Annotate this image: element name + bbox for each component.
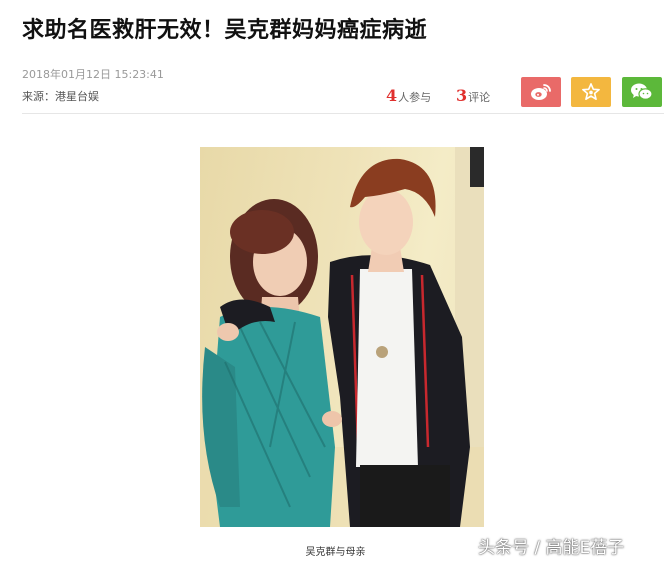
- publish-date: 2018年01月12日 15:23:41: [22, 68, 164, 81]
- wechat-share-button[interactable]: [622, 77, 662, 107]
- header-divider: [22, 113, 664, 114]
- participants-stat[interactable]: 4人参与: [386, 86, 431, 105]
- article-photo[interactable]: [200, 147, 484, 527]
- comments-label: 评论: [468, 91, 491, 104]
- comments-stat[interactable]: 3评论: [456, 86, 490, 105]
- participants-count: 4: [386, 86, 398, 105]
- article-title: 求助名医救肝无效！吴克群妈妈癌症病逝: [22, 18, 428, 43]
- favorite-button[interactable]: [571, 77, 611, 107]
- comments-count: 3: [456, 86, 468, 105]
- weibo-icon: [531, 84, 551, 100]
- weibo-share-button[interactable]: [521, 77, 561, 107]
- photo-illustration: [200, 147, 484, 527]
- star-icon: [582, 83, 600, 101]
- article-source: 来源：港星台娱: [22, 90, 99, 103]
- participants-label: 人参与: [398, 91, 432, 104]
- wechat-icon: [631, 83, 653, 100]
- source-watermark: 头条号 / 高能E蓓子: [478, 538, 625, 558]
